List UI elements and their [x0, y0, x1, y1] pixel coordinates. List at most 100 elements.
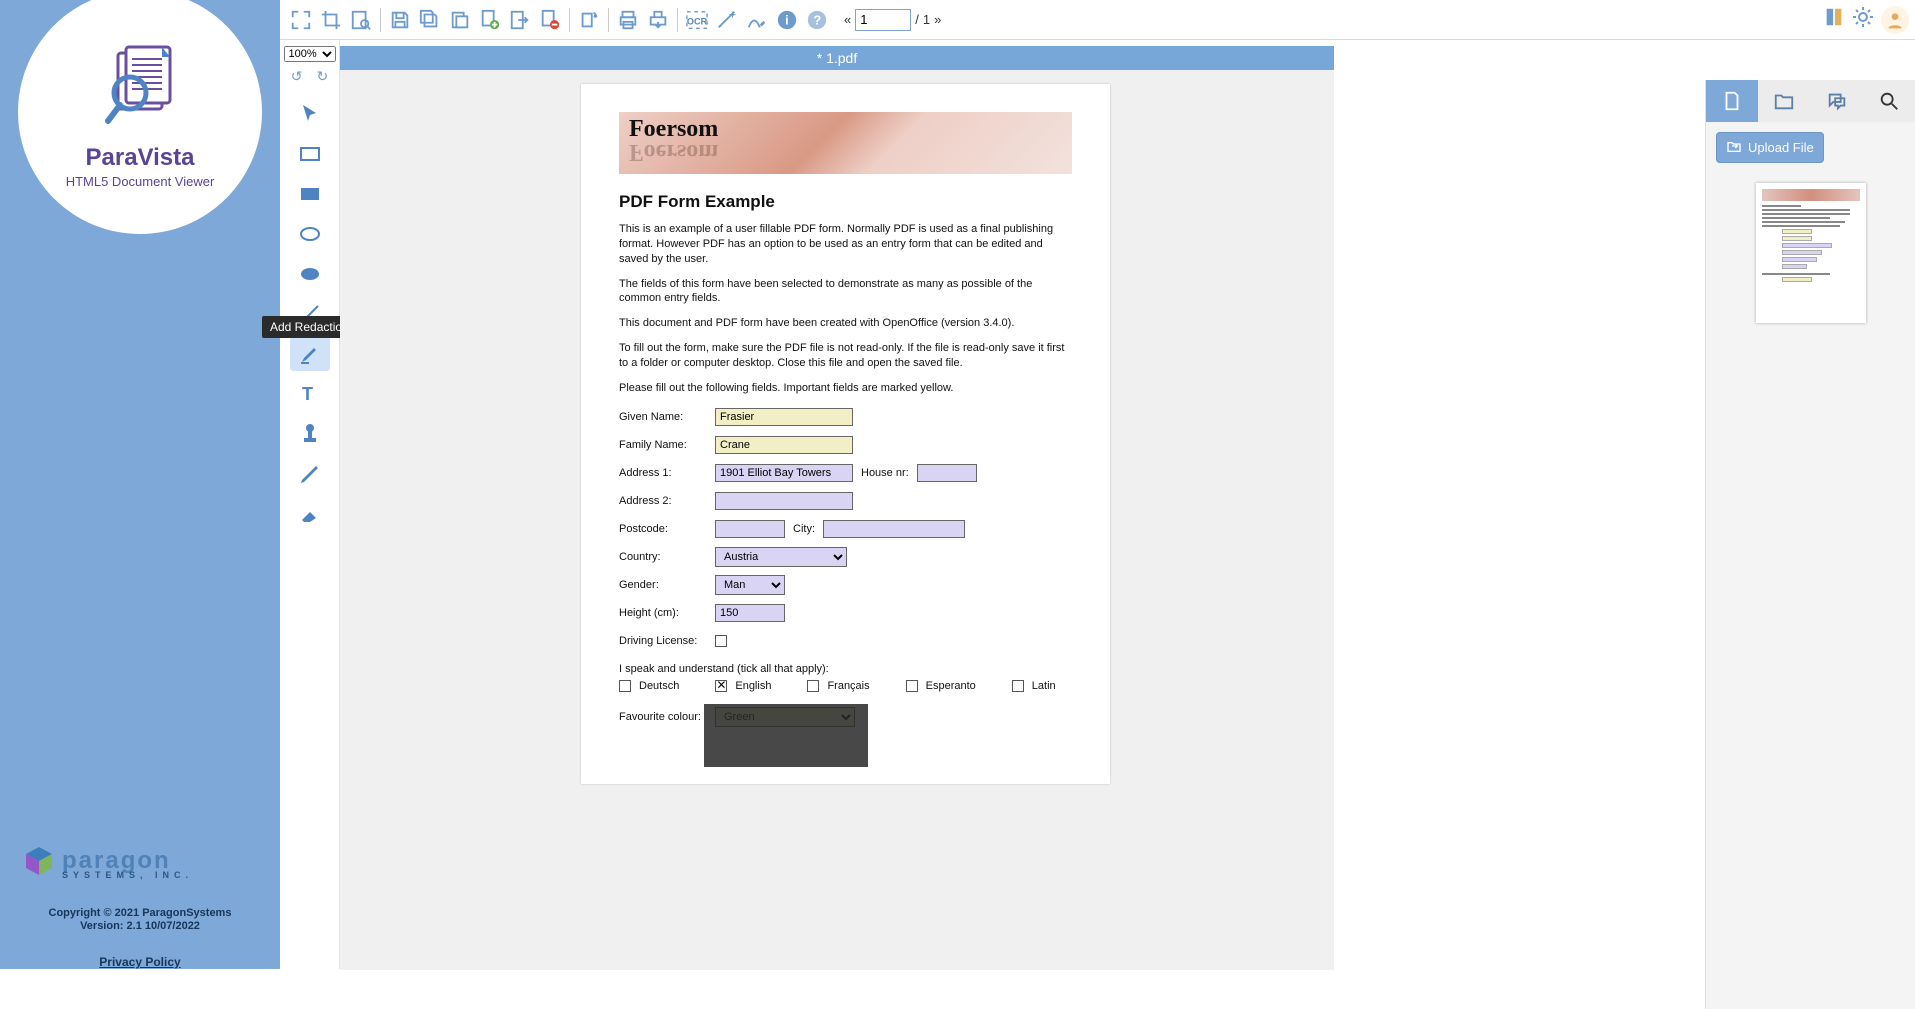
copyright-text: Copyright © 2021 ParagonSystems — [0, 907, 280, 919]
input-house-nr[interactable] — [917, 464, 977, 482]
print-settings-icon[interactable] — [645, 7, 671, 33]
prev-page-button[interactable]: « — [840, 12, 855, 27]
upload-file-button[interactable]: Upload File — [1716, 132, 1824, 163]
svg-text:?: ? — [813, 12, 821, 27]
upload-icon — [1726, 138, 1742, 157]
label-house-nr: House nr: — [861, 467, 909, 479]
doc-p5: Please fill out the following fields. Im… — [619, 381, 1072, 396]
pointer-tool-icon[interactable] — [290, 97, 330, 131]
stamp-tool-icon[interactable] — [290, 417, 330, 451]
add-page-icon[interactable] — [477, 7, 503, 33]
select-gender[interactable]: Man — [715, 575, 785, 595]
ellipse-outline-tool-icon[interactable] — [290, 217, 330, 251]
redaction-overlay[interactable] — [704, 704, 868, 767]
zoom-select[interactable]: 100% — [284, 46, 336, 62]
lang-deutsch: Deutsch — [639, 680, 679, 692]
rotate-right-icon[interactable]: ↻ — [317, 68, 329, 85]
doc-heading: PDF Form Example — [619, 192, 1072, 212]
lang-francais: Français — [827, 680, 869, 692]
tab-search-icon[interactable] — [1863, 80, 1915, 122]
company-name: paragon SYSTEMS, INC. — [62, 850, 193, 880]
user-icon[interactable] — [1881, 6, 1909, 34]
checkbox-francais[interactable] — [807, 680, 819, 692]
pen-tool-icon[interactable] — [290, 457, 330, 491]
doc-p1: This is an example of a user fillable PD… — [619, 222, 1072, 267]
label-address1: Address 1: — [619, 467, 707, 479]
save-icon[interactable] — [387, 7, 413, 33]
page: Foersom Foersom PDF Form Example This is… — [581, 84, 1110, 784]
text-tool-icon[interactable]: T — [290, 377, 330, 411]
document-area: * 1.pdf Foersom Foersom PDF Form Example… — [340, 40, 1915, 969]
brand-subtitle: HTML5 Document Viewer — [66, 174, 215, 189]
delete-page-icon[interactable] — [537, 7, 563, 33]
doc-p4: To fill out the form, make sure the PDF … — [619, 341, 1072, 371]
checkbox-driving[interactable] — [715, 635, 727, 647]
select-country[interactable]: Austria — [715, 547, 847, 567]
input-address1[interactable] — [715, 464, 853, 482]
crop-icon[interactable] — [318, 7, 344, 33]
doc-p3: This document and PDF form have been cre… — [619, 316, 1072, 331]
version-text: Version: 2.1 10/07/2022 — [0, 920, 280, 932]
upload-label: Upload File — [1748, 140, 1814, 155]
input-given-name[interactable] — [715, 408, 853, 426]
annotation-toolbar: 100% ↺ ↻ T — [280, 40, 340, 969]
lang-esperanto: Esperanto — [926, 680, 976, 692]
label-favcolour: Favourite colour: — [619, 711, 707, 723]
draw-icon[interactable] — [744, 7, 770, 33]
brand-circle: ParaVista HTML5 Document Viewer — [18, 0, 262, 234]
settings-icon[interactable] — [1851, 5, 1875, 34]
rotate-left-icon[interactable]: ↺ — [291, 68, 303, 85]
find-icon[interactable] — [348, 7, 374, 33]
page-thumbnail[interactable] — [1756, 183, 1866, 323]
tab-comment-icon[interactable] — [1811, 80, 1863, 122]
bookmark-icon[interactable] — [1823, 6, 1845, 33]
copy-icon[interactable] — [447, 7, 473, 33]
page-number-input[interactable] — [855, 9, 911, 31]
ellipse-fill-tool-icon[interactable] — [290, 257, 330, 291]
page-canvas[interactable]: Foersom Foersom PDF Form Example This is… — [340, 70, 1334, 970]
app-logo-icon — [96, 45, 184, 138]
fit-window-icon[interactable] — [288, 7, 314, 33]
right-panel-tabs — [1706, 80, 1915, 122]
input-city[interactable] — [823, 520, 965, 538]
input-family-name[interactable] — [715, 436, 853, 454]
info-icon[interactable]: i — [774, 7, 800, 33]
rectangle-outline-tool-icon[interactable] — [290, 137, 330, 171]
label-country: Country: — [619, 551, 707, 563]
label-postcode: Postcode: — [619, 523, 707, 535]
svg-text:OCR: OCR — [687, 16, 708, 26]
doc-banner: Foersom Foersom — [619, 112, 1072, 174]
input-postcode[interactable] — [715, 520, 785, 538]
label-address2: Address 2: — [619, 495, 707, 507]
checkbox-english[interactable] — [715, 680, 727, 692]
rotate-icon[interactable] — [576, 7, 602, 33]
ocr-icon[interactable]: OCR — [684, 7, 710, 33]
top-toolbar: OCR i ? « / 1 » — [280, 0, 1915, 40]
doc-p2: The fields of this form have been select… — [619, 277, 1072, 307]
save-all-icon[interactable] — [417, 7, 443, 33]
label-family-name: Family Name: — [619, 439, 707, 451]
tab-folder-icon[interactable] — [1758, 80, 1810, 122]
input-address2[interactable] — [715, 492, 853, 510]
svg-text:T: T — [302, 384, 313, 404]
checkbox-esperanto[interactable] — [906, 680, 918, 692]
enhance-icon[interactable] — [714, 7, 740, 33]
help-icon[interactable]: ? — [804, 7, 830, 33]
input-height[interactable] — [715, 604, 785, 622]
privacy-link[interactable]: Privacy Policy — [0, 955, 280, 969]
rectangle-fill-tool-icon[interactable] — [290, 177, 330, 211]
checkbox-deutsch[interactable] — [619, 680, 631, 692]
label-speak: I speak and understand (tick all that ap… — [619, 662, 1072, 677]
highlighter-tool-icon[interactable] — [290, 337, 330, 371]
page-sep: / — [911, 12, 923, 27]
lang-latin: Latin — [1032, 680, 1056, 692]
next-page-button[interactable]: » — [930, 12, 945, 27]
eraser-tool-icon[interactable] — [290, 497, 330, 531]
print-icon[interactable] — [615, 7, 641, 33]
tab-page-icon[interactable] — [1706, 80, 1758, 122]
checkbox-latin[interactable] — [1012, 680, 1024, 692]
export-icon[interactable] — [507, 7, 533, 33]
cube-icon — [22, 845, 56, 884]
label-city: City: — [793, 523, 815, 535]
brand-sidebar: ParaVista HTML5 Document Viewer paragon … — [0, 0, 280, 969]
